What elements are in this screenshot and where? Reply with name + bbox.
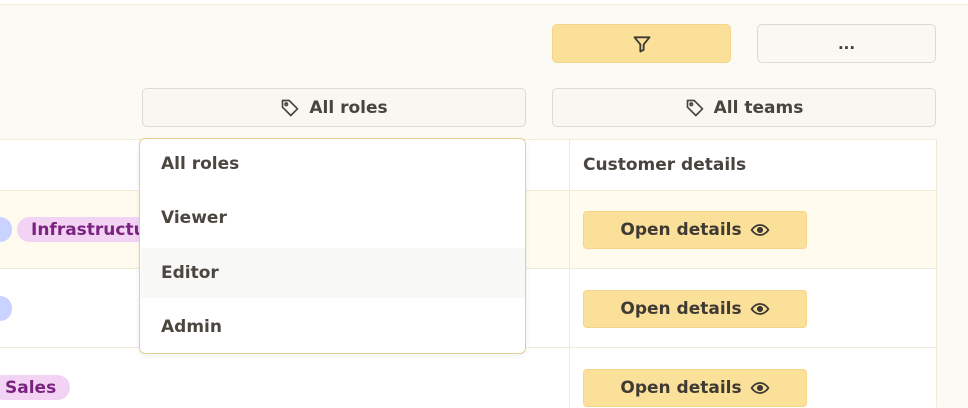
filter-icon — [633, 35, 650, 52]
table-row: Sales Open details — [0, 348, 936, 408]
open-details-button[interactable]: Open details — [583, 369, 807, 407]
dropdown-option-all-roles[interactable]: All roles — [141, 139, 525, 189]
open-details-button[interactable]: Open details — [583, 211, 807, 249]
more-options-label: ... — [837, 34, 856, 53]
teams-filter-select[interactable]: All teams — [552, 88, 936, 127]
open-details-label: Open details — [620, 299, 742, 319]
column-divider — [569, 140, 570, 407]
tag-icon — [282, 99, 299, 116]
eye-icon — [750, 224, 770, 236]
eye-icon — [750, 303, 770, 315]
open-details-label: Open details — [620, 378, 742, 398]
roles-dropdown-menu: All roles Viewer Editor Admin — [139, 138, 526, 354]
open-details-button[interactable]: Open details — [583, 290, 807, 328]
roles-filter-select[interactable]: All roles — [142, 88, 526, 127]
dropdown-option-editor[interactable]: Editor — [141, 248, 525, 298]
roles-filter-label: All roles — [309, 97, 388, 118]
customer-details-column-header: Customer details — [583, 155, 747, 175]
tag-icon — [686, 99, 703, 116]
team-chip — [0, 296, 12, 321]
top-strip — [0, 0, 968, 5]
more-options-button[interactable]: ... — [757, 24, 936, 63]
teams-filter-label: All teams — [713, 97, 804, 118]
filter-button[interactable] — [552, 24, 731, 63]
dropdown-option-admin[interactable]: Admin — [141, 302, 525, 352]
open-details-label: Open details — [620, 220, 742, 240]
dropdown-option-viewer[interactable]: Viewer — [141, 193, 525, 243]
team-chip — [0, 217, 12, 242]
role-tag: Sales — [0, 375, 71, 400]
eye-icon — [750, 382, 770, 394]
